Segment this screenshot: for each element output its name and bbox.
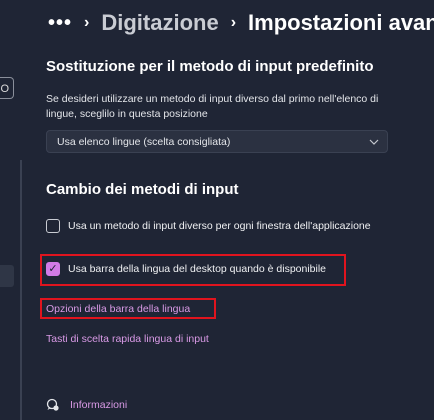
- sidebar-selected-item[interactable]: [0, 265, 14, 287]
- breadcrumb-separator-icon: ›: [84, 14, 90, 31]
- breadcrumb-separator-icon: ›: [230, 14, 237, 31]
- sidebar-scrollbar[interactable]: [20, 160, 22, 420]
- breadcrumb-parent-link[interactable]: Digitazione: [101, 10, 218, 36]
- info-label: Informazioni: [70, 399, 128, 411]
- input-switching-title: Cambio dei metodi di input: [46, 181, 239, 198]
- input-hotkeys-link[interactable]: Tasti di scelta rapida lingua di input: [46, 333, 209, 345]
- language-bar-option[interactable]: ✓ Usa barra della lingua del desktop qua…: [46, 262, 326, 276]
- sidebar-search-box[interactable]: O: [0, 77, 14, 99]
- default-input-description: Se desideri utilizzare un metodo di inpu…: [46, 93, 379, 120]
- check-mark-icon: ✓: [48, 263, 58, 275]
- page-title: Impostazioni avanzate: [248, 10, 434, 35]
- sidebar: O: [0, 0, 22, 420]
- default-input-dropdown[interactable]: Usa elenco lingue (scelta consigliata): [46, 130, 388, 153]
- per-app-input-option[interactable]: Usa un metodo di input diverso per ogni …: [46, 219, 371, 233]
- chevron-down-icon: [369, 137, 379, 147]
- language-bar-label: Usa barra della lingua del desktop quand…: [68, 263, 327, 275]
- sidebar-search-fragment: O: [0, 83, 9, 95]
- breadcrumb-more-button[interactable]: •••: [48, 12, 72, 35]
- info-link[interactable]: Informazioni: [46, 398, 127, 412]
- language-bar-options-link[interactable]: Opzioni della barra della lingua: [46, 303, 190, 315]
- help-chat-icon: [46, 398, 60, 412]
- breadcrumb: ••• › Digitazione › Impostazioni avanzat…: [48, 10, 434, 36]
- default-input-title: Sostituzione per il metodo di input pred…: [46, 58, 374, 75]
- settings-window: O ••• › Digitazione › Impostazioni avanz…: [0, 0, 434, 420]
- dropdown-value: Usa elenco lingue (scelta consigliata): [57, 135, 231, 148]
- per-app-input-label: Usa un metodo di input diverso per ogni …: [68, 220, 371, 232]
- language-bar-checkbox[interactable]: ✓: [46, 262, 60, 276]
- per-app-input-checkbox[interactable]: [46, 219, 60, 233]
